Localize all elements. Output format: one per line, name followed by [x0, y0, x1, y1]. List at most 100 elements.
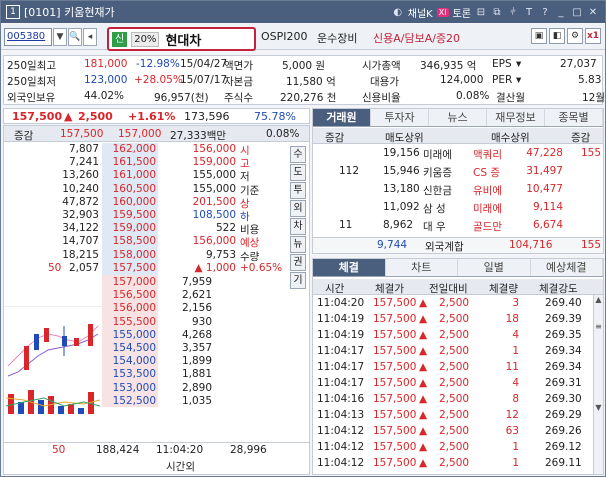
eps-dropdown-icon[interactable]: ▾ [516, 58, 521, 70]
bid-price[interactable]: 156,500 [104, 289, 156, 301]
current-price: 157,500 [12, 110, 63, 123]
buy-broker[interactable]: 미래에 [473, 201, 502, 216]
bid-price[interactable]: 153,000 [104, 382, 156, 394]
tab-broker-0[interactable]: 거래원 [313, 109, 371, 126]
vtab-1[interactable]: 도 [290, 164, 306, 181]
trade-price: 157,500 [373, 313, 417, 325]
ask-price[interactable]: 160,000 [104, 196, 156, 208]
maximize-icon[interactable]: □ [571, 5, 583, 19]
trade-change: 2,500 [439, 377, 470, 389]
trade-row: 11:04:12 157,500 ▲ 2,500 1 269.12 [313, 441, 603, 455]
bid-price[interactable]: 155,000 [104, 329, 156, 341]
info-value: 12월 [582, 92, 606, 104]
bid-price[interactable]: 153,500 [104, 368, 156, 380]
info-label: 주식수 [224, 92, 253, 104]
bid-price[interactable]: 152,500 [104, 395, 156, 407]
channel-k-icon[interactable]: ◐ [392, 5, 404, 19]
bid-row[interactable]: 156,500 2,621 [4, 289, 309, 302]
trade-price: 157,500 [373, 377, 417, 389]
trade-row: 11:04:17 157,500 ▲ 2,500 4 269.31 [313, 377, 603, 391]
trade-scrollbar[interactable]: ▲ ≡ ▼ [593, 295, 603, 474]
buy-broker[interactable]: 유비에 [473, 183, 502, 198]
ask-price[interactable]: 158,500 [104, 235, 156, 247]
tab-broker-2[interactable]: 뉴스 [429, 109, 487, 126]
ask-price[interactable]: 161,500 [104, 156, 156, 168]
gear-icon[interactable]: ⚙ [567, 28, 583, 44]
trade-qty: 63 [505, 425, 519, 437]
stat-value: 9,753 [205, 248, 236, 261]
sell-broker[interactable]: 삼 성 [423, 201, 446, 216]
buy-qty: 10,477 [526, 183, 563, 195]
bid-price[interactable]: 154,000 [104, 355, 156, 367]
per-dropdown-icon[interactable]: ▾ [516, 74, 521, 86]
vtab-7[interactable]: 기 [290, 272, 306, 289]
info-value: 5,000 원 [282, 60, 326, 72]
ask-price[interactable]: 160,500 [104, 183, 156, 195]
font-icon[interactable]: T [523, 5, 535, 19]
buy-broker[interactable]: 맥쿼리 [473, 147, 502, 162]
minimize-icon[interactable]: _ [555, 5, 567, 19]
save-icon[interactable]: ▣ [531, 28, 547, 44]
sell-broker[interactable]: 키움증 [423, 165, 452, 180]
tab-broker-4[interactable]: 종목별 [545, 109, 603, 126]
copy-icon[interactable]: ⧉ [491, 5, 503, 19]
channel-k-label[interactable]: 채널K [408, 5, 433, 20]
help-icon[interactable]: ? [539, 5, 551, 19]
ask-price[interactable]: 161,000 [104, 169, 156, 181]
header-cell: 시간 [325, 283, 345, 295]
broker-row: 112 15,946 키움증 CS 증 31,497 [313, 164, 603, 179]
window-icon[interactable]: ◧ [549, 28, 565, 44]
header-cell: 체결량 [489, 283, 518, 295]
vtab-5[interactable]: 뉴 [290, 236, 306, 253]
ask-price[interactable]: 157,500 [104, 262, 156, 274]
pin-icon[interactable]: ⫩ [507, 5, 519, 19]
ask-price[interactable]: 159,000 [104, 222, 156, 234]
stock-code-input[interactable]: 005380 [4, 27, 52, 46]
link-icon[interactable]: ⊟ [475, 5, 487, 19]
trade-change: 2,500 [439, 345, 470, 357]
close-icon[interactable]: ✕ [587, 5, 599, 19]
vtab-2[interactable]: 투 [290, 182, 306, 199]
buy-broker[interactable]: 골드만 [473, 219, 502, 234]
sell-broker[interactable]: 대 우 [423, 219, 446, 234]
app-window: 1 [0101] 키움현재가 ◐ 채널K XI 토론 ⊟ ⧉ ⫩ T ? _ □… [0, 0, 606, 477]
tab-broker-1[interactable]: 투자자 [371, 109, 429, 126]
buy-broker[interactable]: CS 증 [473, 165, 500, 180]
sell-broker[interactable]: 신한금 [423, 183, 452, 198]
ask-price[interactable]: 158,000 [104, 249, 156, 261]
bid-qty: 2,890 [181, 381, 212, 394]
header-cell: 매수상위 [491, 132, 530, 144]
ask-qty: 32,903 [62, 209, 99, 221]
prev-icon[interactable]: ◂ [83, 27, 97, 46]
stock-name-box[interactable]: 신 20% 현대차 [107, 27, 256, 51]
tab-broker-3[interactable]: 재무정보 [487, 109, 545, 126]
vtab-4[interactable]: 차 [290, 218, 306, 235]
debate-label[interactable]: 토론 [453, 5, 471, 20]
trade-qty: 18 [505, 313, 519, 325]
ask-price[interactable]: 162,000 [104, 143, 156, 155]
bid-price[interactable]: 156,000 [104, 302, 156, 314]
code-dropdown-icon[interactable]: ▼ [53, 27, 67, 46]
trade-row: 11:04:12 157,500 ▲ 2,500 1 269.11 [313, 457, 603, 471]
trade-time: 11:04:17 [317, 345, 365, 357]
info-value: 11,580 억 [286, 76, 336, 88]
zoom-x1-icon[interactable]: x1 [585, 28, 601, 44]
debate-badge[interactable]: XI [436, 7, 449, 17]
search-icon[interactable]: 🔍 [68, 27, 82, 46]
sell-broker[interactable]: 미래에 [423, 147, 452, 162]
tab-trade-3[interactable]: 예상체결 [531, 259, 603, 276]
bid-price[interactable]: 157,000 [104, 276, 156, 288]
ask-delta: 50 [48, 261, 62, 274]
tab-trade-1[interactable]: 차트 [386, 259, 458, 276]
vtab-3[interactable]: 외 [290, 200, 306, 217]
tab-trade-0[interactable]: 체결 [313, 259, 386, 276]
header-cell: 전일대비 [429, 283, 468, 295]
vtab-6[interactable]: 권 [290, 254, 306, 271]
tab-trade-2[interactable]: 일별 [458, 259, 531, 276]
vtab-0[interactable]: 수 [290, 146, 306, 163]
bid-price[interactable]: 154,500 [104, 342, 156, 354]
trade-price: 157,500 [373, 393, 417, 405]
trade-strength: 269.12 [545, 441, 582, 453]
ask-price[interactable]: 159,500 [104, 209, 156, 221]
bid-price[interactable]: 155,500 [104, 316, 156, 328]
